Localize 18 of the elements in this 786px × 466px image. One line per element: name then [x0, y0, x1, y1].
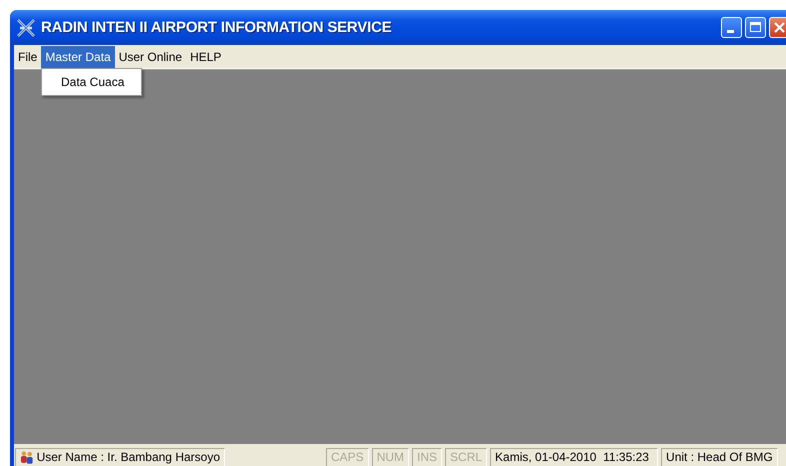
menu-item[interactable]: HELP [186, 46, 226, 68]
date-time-panel: Kamis, 01-04-2010 11:35:23 [490, 448, 658, 466]
key-indicator: NUM [372, 448, 410, 466]
window-title: RADIN INTEN II AIRPORT INFORMATION SERVICE [41, 19, 392, 36]
key-indicator: SCRL [445, 448, 488, 466]
maximize-button[interactable] [745, 17, 766, 38]
menu-item[interactable]: File [14, 46, 42, 68]
app-logo-icon [16, 18, 36, 38]
user-name-label: User Name : Ir. Bambang Harsoyo [36, 450, 220, 464]
users-icon [20, 450, 34, 464]
key-indicator: INS [412, 448, 442, 466]
unit-panel: Unit : Head Of BMG [661, 448, 778, 466]
menu-option[interactable]: Data Cuaca [42, 72, 141, 92]
close-button[interactable] [769, 17, 786, 38]
menu-item[interactable]: User Online [114, 46, 186, 68]
minimize-button[interactable] [721, 17, 742, 38]
key-indicator: CAPS [326, 448, 369, 466]
menu-item[interactable]: Master Data [41, 46, 115, 68]
